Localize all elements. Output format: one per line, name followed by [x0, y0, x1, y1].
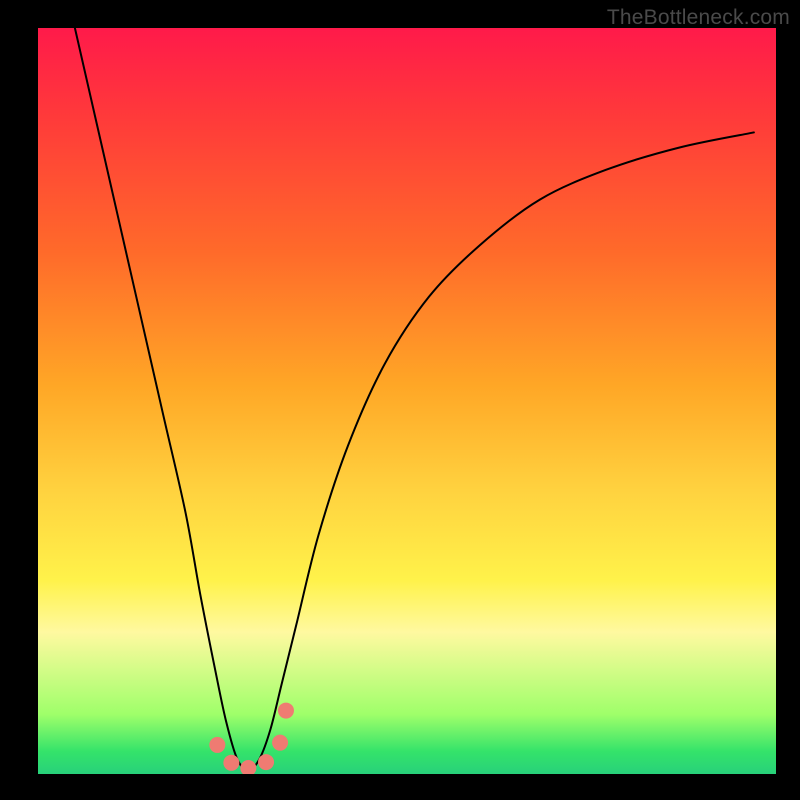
curve-marker — [209, 737, 225, 753]
bottleneck-curve — [75, 28, 754, 770]
curve-marker — [258, 754, 274, 770]
watermark-text: TheBottleneck.com — [607, 6, 790, 30]
chart-svg — [38, 28, 776, 774]
curve-marker — [240, 760, 256, 774]
marker-group — [209, 703, 294, 774]
chart-frame: TheBottleneck.com — [0, 0, 800, 800]
curve-marker — [278, 703, 294, 719]
curve-marker — [223, 755, 239, 771]
curve-marker — [272, 735, 288, 751]
chart-plot-area — [38, 28, 776, 774]
